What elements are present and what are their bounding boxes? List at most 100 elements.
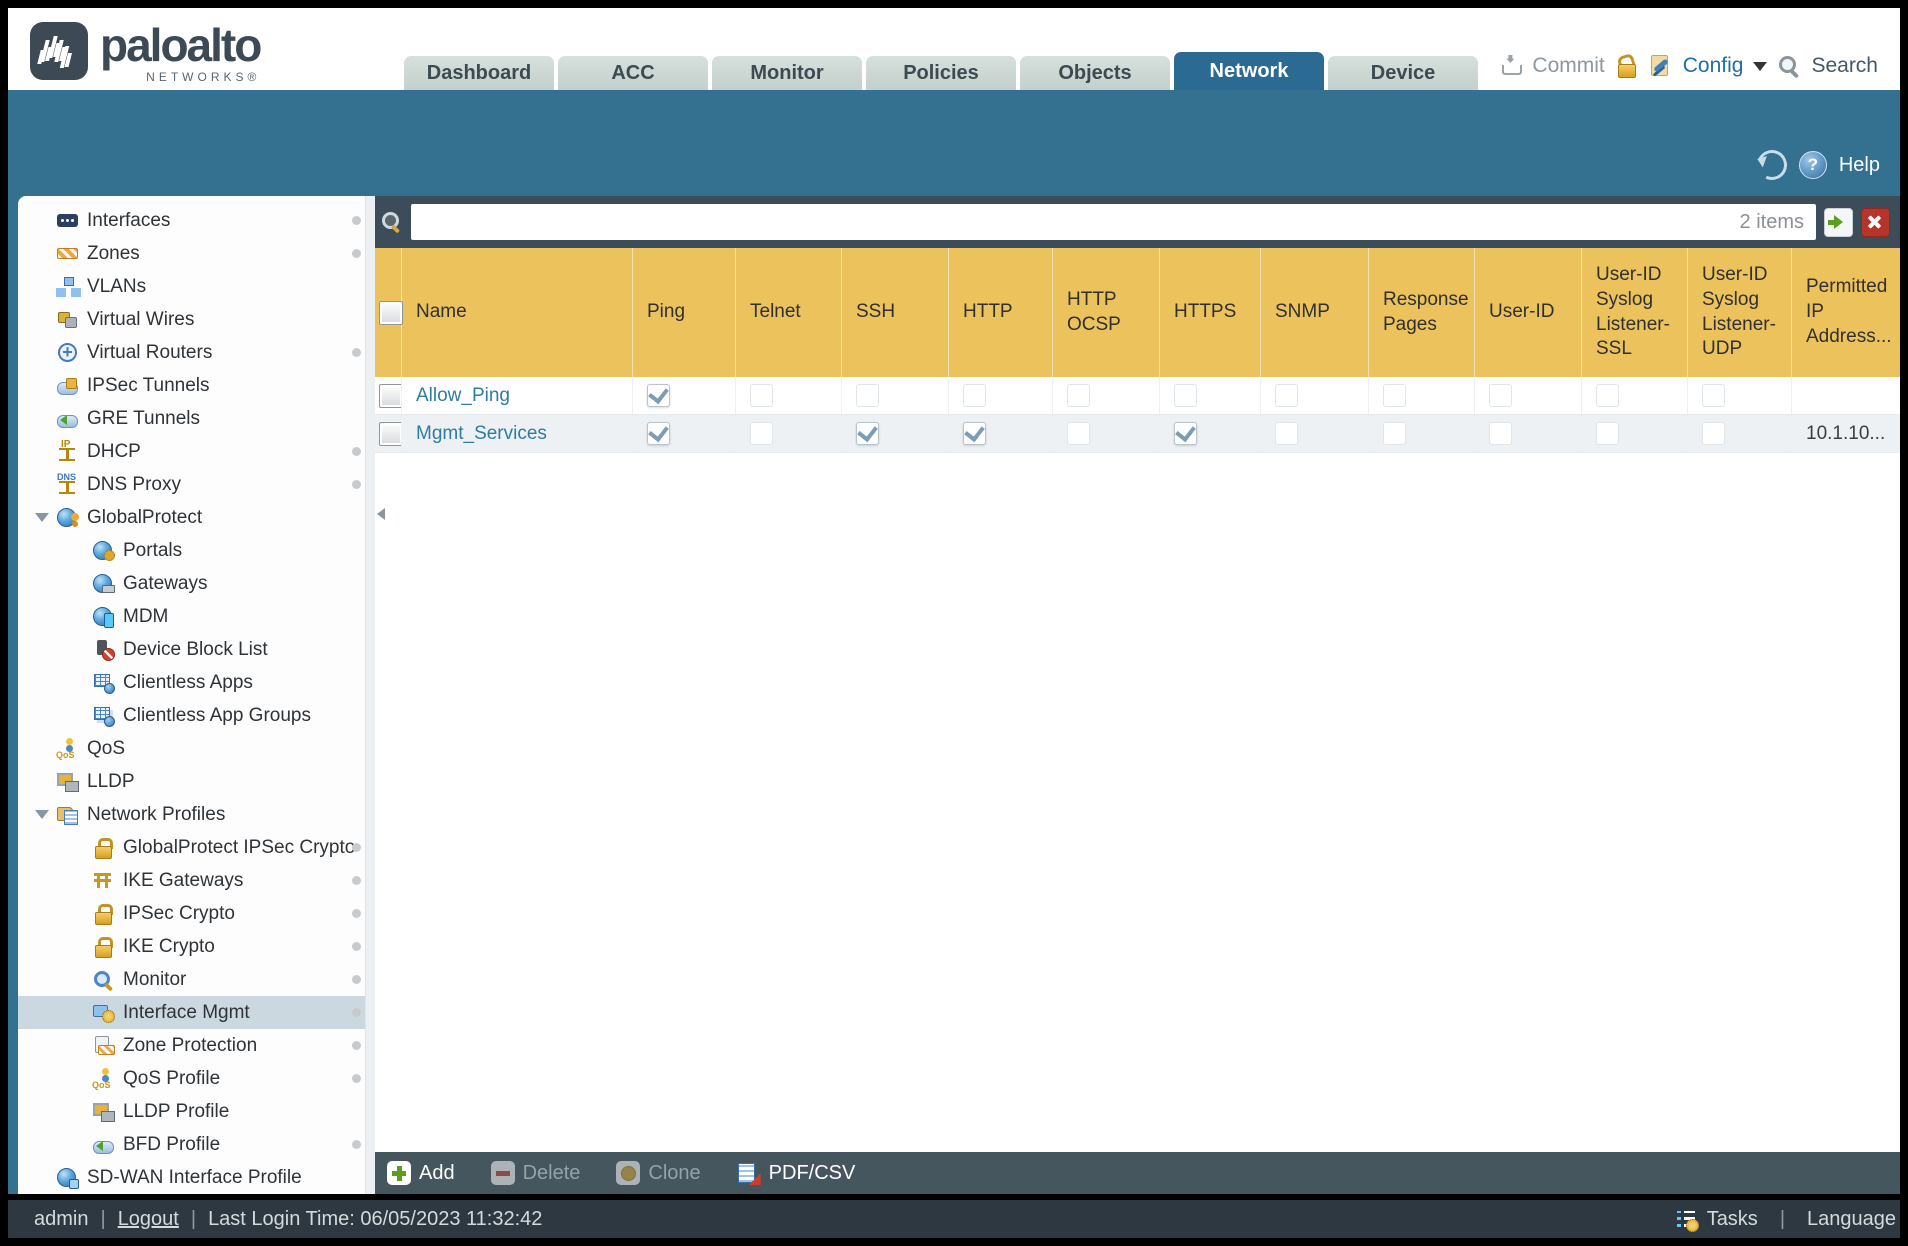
- sidebar-item-bfd-profile[interactable]: BFD Profile: [18, 1128, 375, 1161]
- profile-name-link[interactable]: Allow_Ping: [416, 385, 510, 407]
- search-button[interactable]: Search: [1811, 54, 1878, 78]
- sidebar-item-label: IPSec Tunnels: [87, 374, 210, 396]
- globalprotect-icon: [56, 506, 79, 529]
- sidebar-item-vlans[interactable]: VLANs: [18, 270, 375, 303]
- virtual-wires-icon: [56, 308, 79, 331]
- sidebar-item-globalprotect-ipsec-crypto[interactable]: GlobalProtect IPSec Crypto: [18, 831, 375, 864]
- tab-objects[interactable]: Objects: [1020, 56, 1170, 90]
- sidebar-item-zones[interactable]: Zones: [18, 237, 375, 270]
- ping-checked-icon: [647, 384, 670, 407]
- sidebar-item-virtual-wires[interactable]: Virtual Wires: [18, 303, 375, 336]
- pdf-csv-button[interactable]: PDF/CSV: [737, 1161, 855, 1185]
- tasks-button[interactable]: Tasks: [1707, 1208, 1758, 1231]
- expander-icon[interactable]: [35, 513, 49, 529]
- sidebar-item-clientless-apps[interactable]: Clientless Apps: [18, 666, 375, 699]
- cell-user_id: [1475, 377, 1582, 414]
- http_ocsp-unchecked-icon: [1067, 422, 1090, 445]
- sidebar-item-label: IPSec Crypto: [123, 902, 235, 924]
- sidebar-item-dhcp[interactable]: DHCP: [18, 435, 375, 468]
- sidebar-item-mdm[interactable]: MDM: [18, 600, 375, 633]
- tab-dashboard[interactable]: Dashboard: [404, 56, 554, 90]
- lock-icon[interactable]: [1615, 54, 1639, 78]
- sidebar-item-monitor[interactable]: Monitor: [18, 963, 375, 996]
- row-select-checkbox[interactable]: [379, 383, 401, 408]
- sidebar-item-lldp-profile[interactable]: LLDP Profile: [18, 1095, 375, 1128]
- sidebar-item-network-profiles[interactable]: Network Profiles: [18, 798, 375, 831]
- lock-icon: [92, 836, 115, 859]
- tab-device[interactable]: Device: [1328, 56, 1478, 90]
- clear-filter-button[interactable]: [1861, 207, 1890, 237]
- options-dot: [352, 942, 361, 951]
- dns-proxy-icon: [56, 473, 79, 496]
- sidebar-item-gateways[interactable]: Gateways: [18, 567, 375, 600]
- delete-button[interactable]: Delete: [490, 1161, 580, 1185]
- sidebar-item-label: LLDP Profile: [123, 1100, 230, 1122]
- sidebar-item-label: IKE Crypto: [123, 935, 215, 957]
- clone-button[interactable]: Clone: [616, 1161, 701, 1185]
- sidebar-item-ike-crypto[interactable]: IKE Crypto: [18, 930, 375, 963]
- cell-name: Allow_Ping: [402, 377, 633, 414]
- help-icon[interactable]: ?: [1798, 151, 1827, 179]
- sidebar-item-label: Clientless App Groups: [123, 704, 311, 726]
- options-dot: [352, 909, 361, 918]
- col-label: Ping: [647, 301, 686, 323]
- sidebar-item-zone-protection[interactable]: Zone Protection: [18, 1029, 375, 1062]
- sidebar-item-dns-proxy[interactable]: DNS Proxy: [18, 468, 375, 501]
- tab-network[interactable]: Network: [1174, 52, 1324, 90]
- options-dot: [352, 1008, 361, 1017]
- sidebar-item-label: Zone Protection: [123, 1034, 258, 1056]
- expander-icon[interactable]: [35, 810, 49, 826]
- sidebar-item-virtual-routers[interactable]: Virtual Routers: [18, 336, 375, 369]
- profile-name-link[interactable]: Mgmt_Services: [416, 423, 547, 445]
- col-label: HTTPS: [1174, 301, 1237, 323]
- sidebar-item-interface-mgmt[interactable]: Interface Mgmt: [18, 996, 375, 1029]
- sidebar-item-qos[interactable]: QoS: [18, 732, 375, 765]
- refresh-icon[interactable]: [1752, 145, 1792, 185]
- cell-uid_syslog_udp: [1688, 377, 1792, 414]
- sidebar-item-label: Monitor: [123, 968, 187, 990]
- add-button[interactable]: Add: [387, 1161, 455, 1185]
- row-select-checkbox[interactable]: [379, 421, 401, 446]
- tab-monitor[interactable]: Monitor: [712, 56, 862, 90]
- sidebar-item-clientless-app-groups[interactable]: Clientless App Groups: [18, 699, 375, 732]
- sidebar-collapse-icon[interactable]: [371, 508, 385, 520]
- telnet-unchecked-icon: [750, 422, 773, 445]
- sidebar-item-globalprotect[interactable]: GlobalProtect: [18, 501, 375, 534]
- tab-acc[interactable]: ACC: [558, 56, 708, 90]
- response_pages-unchecked-icon: [1383, 422, 1406, 445]
- apply-filter-button[interactable]: [1824, 207, 1853, 237]
- col-header-http_ocsp: HTTP OCSP: [1053, 248, 1160, 377]
- select-all-checkbox[interactable]: [379, 300, 403, 325]
- cell-telnet: [736, 377, 842, 414]
- help-link[interactable]: Help: [1839, 154, 1880, 177]
- sidebar-item-ike-gateways[interactable]: IKE Gateways: [18, 864, 375, 897]
- logout-link[interactable]: Logout: [118, 1208, 179, 1231]
- sidebar-item-portals[interactable]: Portals: [18, 534, 375, 567]
- sidebar-scrollbar[interactable]: [365, 196, 375, 1194]
- config-button[interactable]: Config: [1683, 54, 1744, 78]
- sidebar-item-device-block-list[interactable]: Device Block List: [18, 633, 375, 666]
- language-button[interactable]: Language: [1807, 1208, 1896, 1231]
- sidebar-item-ipsec-tunnels[interactable]: IPSec Tunnels: [18, 369, 375, 402]
- https-unchecked-icon: [1174, 384, 1197, 407]
- chevron-down-icon[interactable]: [1753, 62, 1768, 78]
- col-header-response_pages: Response Pages: [1369, 248, 1475, 377]
- uid_syslog_udp-unchecked-icon: [1702, 422, 1725, 445]
- cell-permitted_ip: 10.1.10...: [1792, 415, 1900, 452]
- sidebar-item-label: Device Block List: [123, 638, 268, 660]
- sidebar-item-label: Network Profiles: [87, 803, 226, 825]
- commit-button[interactable]: Commit: [1532, 54, 1604, 78]
- sidebar-item-label: QoS: [87, 737, 126, 759]
- snmp-unchecked-icon: [1275, 384, 1298, 407]
- sidebar-item-sd-wan-interface-profile[interactable]: SD-WAN Interface Profile: [18, 1161, 375, 1194]
- sidebar-item-ipsec-crypto[interactable]: IPSec Crypto: [18, 897, 375, 930]
- tab-policies[interactable]: Policies: [866, 56, 1016, 90]
- cell-name: Mgmt_Services: [402, 415, 633, 452]
- sidebar-item-gre-tunnels[interactable]: GRE Tunnels: [18, 402, 375, 435]
- sidebar-item-qos-profile[interactable]: QoS Profile: [18, 1062, 375, 1095]
- filter-input[interactable]: [411, 207, 1740, 237]
- sidebar-item-interfaces[interactable]: Interfaces: [18, 204, 375, 237]
- filter-input-box: 2 items: [411, 204, 1816, 240]
- cell-uid_syslog_udp: [1688, 415, 1792, 452]
- sidebar-item-lldp[interactable]: LLDP: [18, 765, 375, 798]
